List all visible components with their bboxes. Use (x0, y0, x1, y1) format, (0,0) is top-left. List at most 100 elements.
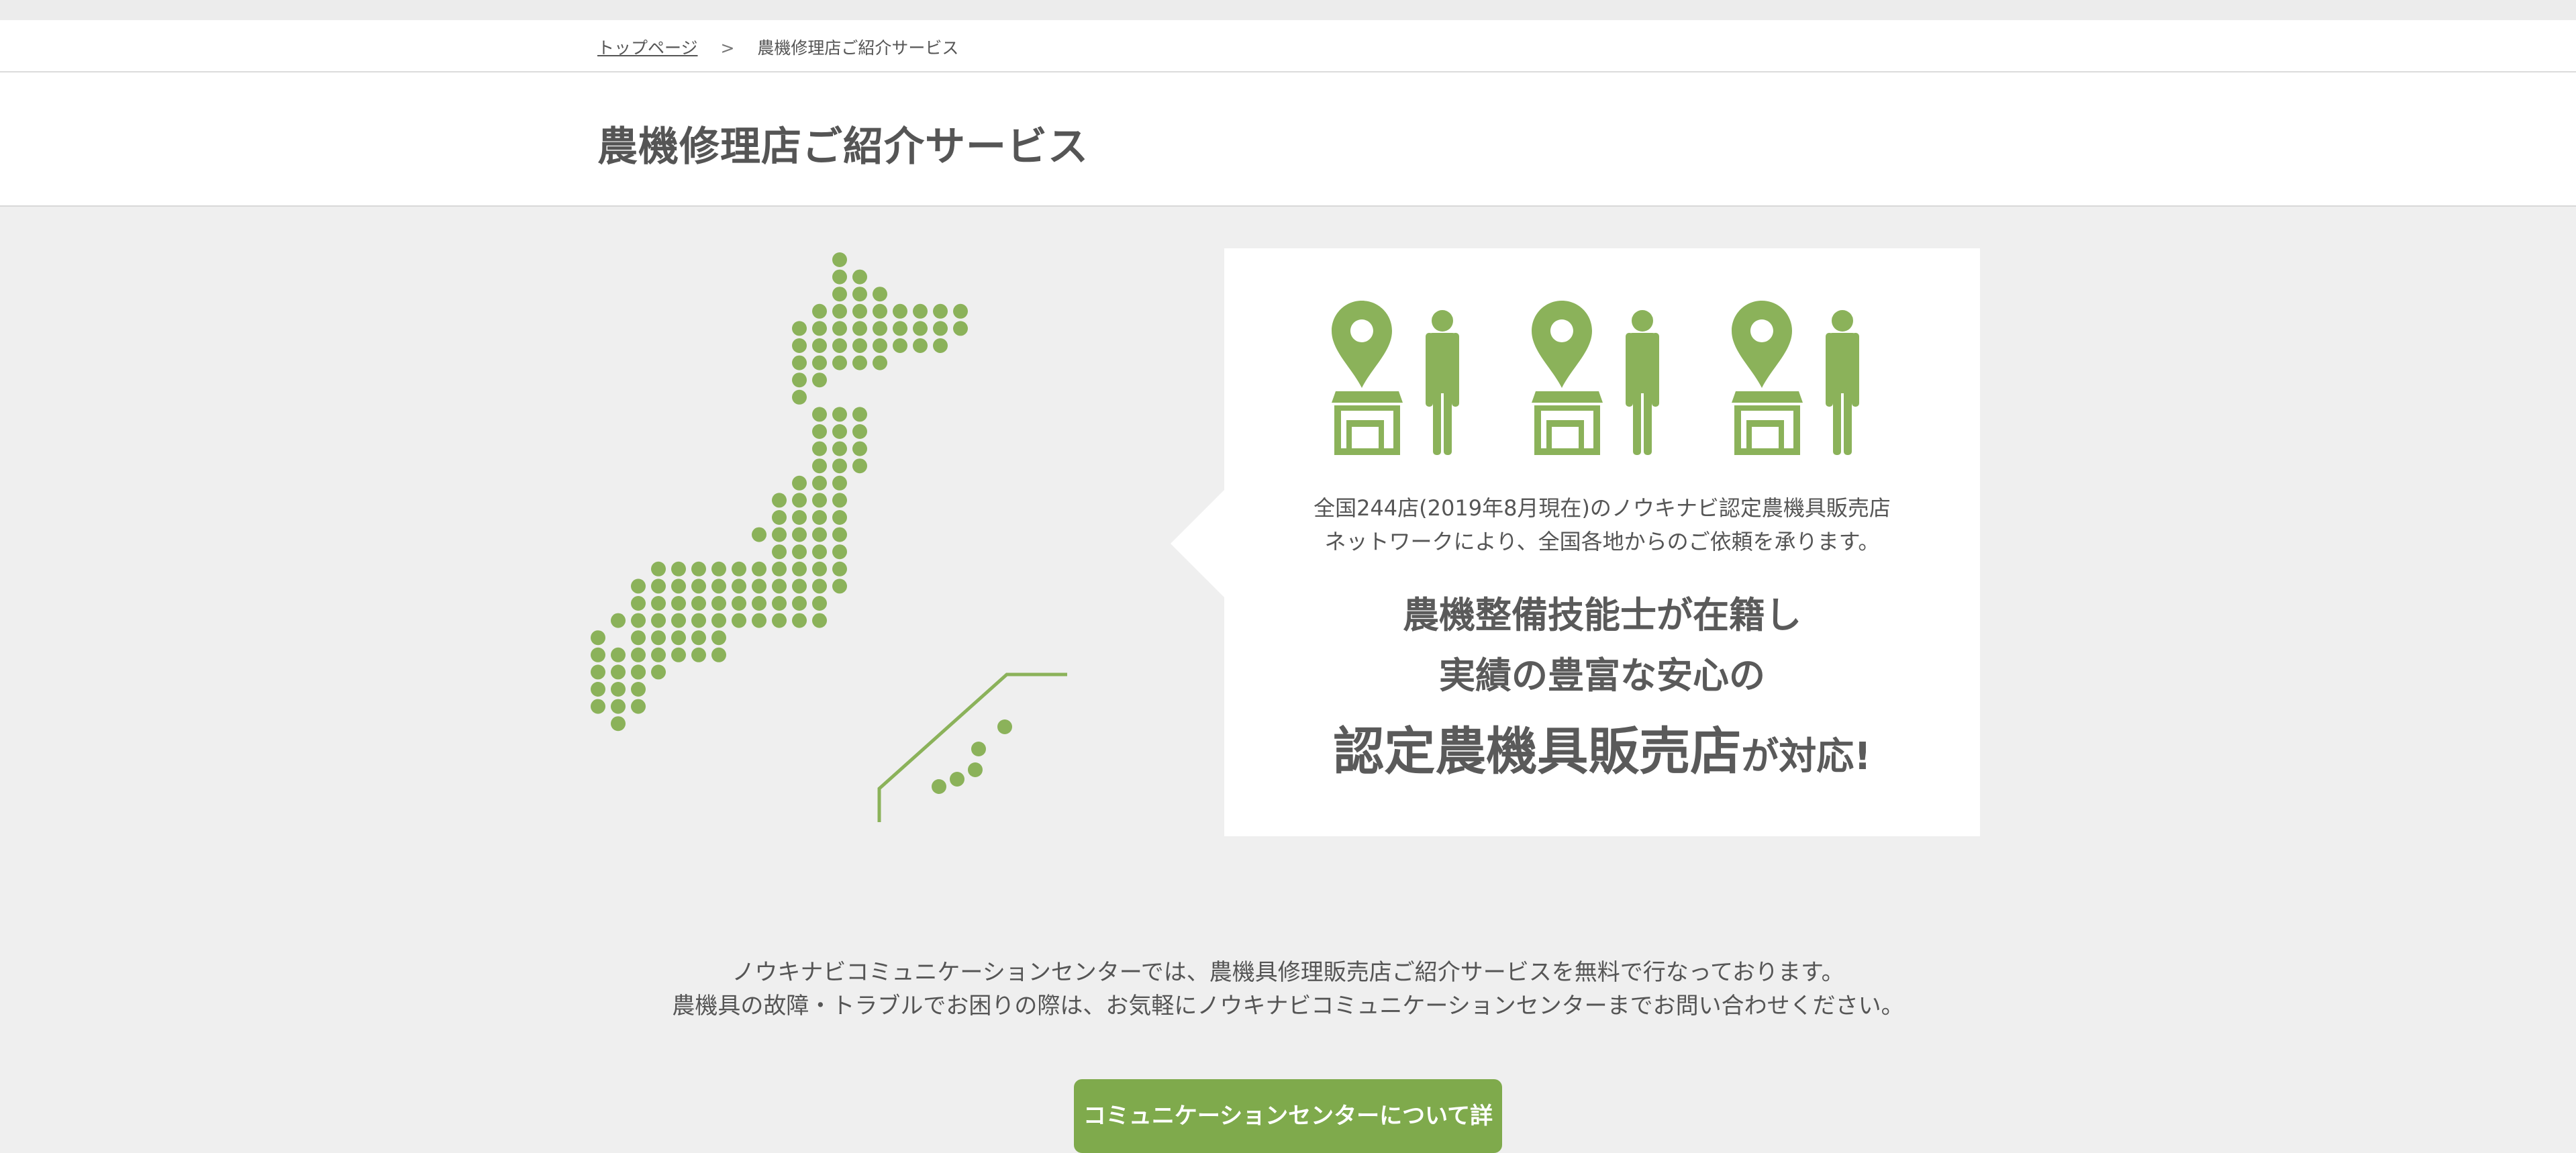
map-dot (792, 596, 807, 611)
map-dot (852, 303, 867, 319)
map-dot (832, 579, 847, 594)
map-dot (772, 510, 787, 525)
map-dot (832, 561, 847, 576)
map-dot (832, 475, 847, 491)
map-dot (611, 613, 626, 628)
map-dot (873, 355, 887, 370)
map-dot (792, 338, 807, 353)
breadcrumb-bar: トップページ > 農機修理店ご紹介サービス (0, 20, 2576, 72)
title-bar: 農機修理店ご紹介サービス (0, 72, 2576, 207)
map-dot (873, 338, 887, 353)
map-dot (631, 682, 646, 697)
map-dot (812, 527, 827, 542)
map-dot (832, 407, 847, 422)
map-dot (792, 493, 807, 508)
map-dot (631, 579, 646, 594)
map-dot (752, 527, 766, 542)
staff-person-icon (1426, 310, 1459, 455)
map-dot (852, 441, 867, 456)
map-dot (591, 699, 605, 714)
map-dot (832, 252, 847, 267)
map-dot (953, 321, 968, 336)
map-dot (631, 647, 646, 662)
map-dot (873, 303, 887, 319)
map-dot (812, 338, 827, 353)
map-dot (832, 303, 847, 319)
map-dot (671, 613, 686, 628)
map-pin-icon (1532, 301, 1592, 388)
map-dot (651, 561, 666, 576)
map-dot (591, 682, 605, 697)
top-strip (0, 0, 2576, 20)
map-dot (893, 321, 907, 336)
japan-dot-map (591, 252, 1067, 822)
card-pointer (1171, 490, 1224, 597)
map-dot (752, 596, 766, 611)
map-dot (651, 664, 666, 680)
map-dot (792, 561, 807, 576)
map-dot (711, 630, 726, 646)
breadcrumb: トップページ > 農機修理店ご紹介サービス (597, 35, 958, 59)
map-dot (953, 303, 968, 319)
map-dot (792, 355, 807, 370)
map-dot (852, 287, 867, 302)
map-dot (812, 510, 827, 525)
map-dot (691, 613, 706, 628)
info-card: 全国244店(2019年8月現在)のノウキナビ認定農機具販売店 ネットワークによ… (1171, 248, 1980, 836)
map-dot (711, 596, 726, 611)
map-dot (832, 458, 847, 474)
map-dot (671, 579, 686, 594)
map-dot (852, 355, 867, 370)
map-dot (591, 630, 605, 646)
map-dot (691, 630, 706, 646)
map-dot (732, 561, 746, 576)
map-dot (832, 527, 847, 542)
map-dot (812, 493, 827, 508)
network-description: 全国244店(2019年8月現在)のノウキナビ認定農機具販売店 ネットワークによ… (1224, 491, 1980, 558)
map-dot (812, 458, 827, 474)
map-dot (752, 579, 766, 594)
map-dot (873, 287, 887, 302)
map-dot (893, 338, 907, 353)
map-dot (772, 527, 787, 542)
map-dot (832, 441, 847, 456)
map-dot (772, 561, 787, 576)
map-dot (651, 630, 666, 646)
map-dot (772, 613, 787, 628)
map-dot (792, 475, 807, 491)
map-dot (852, 321, 867, 336)
map-dot (812, 596, 827, 611)
map-dot (691, 579, 706, 594)
map-dot (832, 544, 847, 560)
map-dot (671, 561, 686, 576)
intro-line: 農機具の故障・トラブルでお困りの際は、お気軽にノウキナビコミュニケーションセンタ… (672, 993, 1904, 1019)
breadcrumb-home-link[interactable]: トップページ (597, 38, 698, 58)
map-dot (832, 269, 847, 285)
map-dot (812, 424, 827, 439)
map-dot (651, 596, 666, 611)
headline-emphasis: 認定農機具販売店 (1333, 721, 1742, 781)
map-dot (792, 527, 807, 542)
map-dot (832, 355, 847, 370)
map-dot (591, 647, 605, 662)
map-dot (611, 664, 626, 680)
shop-staff-icon-group (1332, 301, 1459, 455)
map-dot (772, 493, 787, 508)
map-dot (792, 613, 807, 628)
map-dot (852, 269, 867, 285)
map-dot (792, 510, 807, 525)
map-pin-icon (1732, 301, 1792, 388)
map-dot (832, 510, 847, 525)
map-dot (933, 303, 948, 319)
staff-person-icon (1826, 310, 1859, 455)
map-dot (732, 596, 746, 611)
map-dot (933, 321, 948, 336)
okinawa-dot (968, 762, 983, 777)
map-dot (873, 321, 887, 336)
map-dot (812, 303, 827, 319)
map-dot (792, 389, 807, 405)
okinawa-dot (932, 779, 946, 794)
communication-center-button[interactable]: コミュニケーションセンターについて詳 (1074, 1079, 1502, 1153)
map-dot (651, 579, 666, 594)
map-dot (671, 630, 686, 646)
